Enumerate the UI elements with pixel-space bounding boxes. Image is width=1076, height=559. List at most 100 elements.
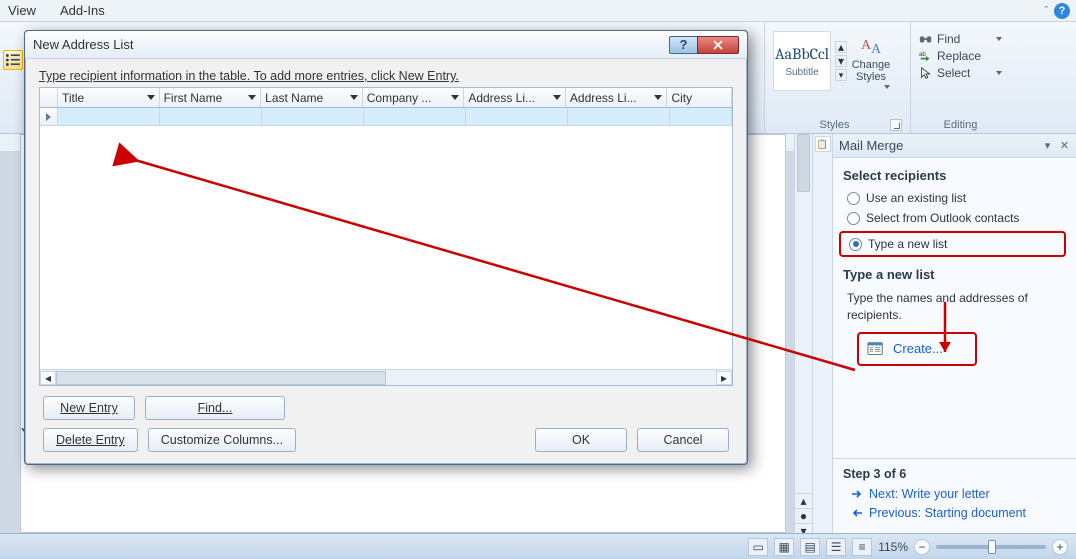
zoom-slider[interactable] — [936, 545, 1046, 549]
btn-label: OK — [572, 433, 590, 447]
next-step-link[interactable]: Next: Write your letter — [851, 487, 1066, 501]
menu-addins[interactable]: Add-Ins — [60, 3, 105, 18]
minimize-ribbon-icon[interactable]: ˆ — [1044, 5, 1048, 17]
dialog-title: New Address List — [33, 37, 133, 52]
dialog-close-button[interactable] — [697, 36, 739, 54]
select-label: Select — [937, 66, 970, 80]
svg-text:A: A — [871, 42, 882, 57]
prev-page-button[interactable]: ▴ — [795, 493, 812, 508]
select-button[interactable]: Select — [919, 66, 1002, 80]
radio-existing-list[interactable]: Use an existing list — [847, 191, 1066, 205]
radio-outlook-contacts[interactable]: Select from Outlook contacts — [847, 211, 1066, 225]
cell[interactable] — [262, 108, 364, 126]
menu-view[interactable]: View — [8, 3, 36, 18]
delete-entry-button[interactable]: Delete Entry — [43, 428, 138, 452]
dialog-titlebar[interactable]: New Address List ? — [25, 31, 747, 59]
arrow-left-icon — [851, 507, 863, 519]
create-label: Create... — [893, 341, 943, 356]
customize-columns-button[interactable]: Customize Columns... — [148, 428, 296, 452]
view-fullscreen[interactable]: ▦ — [774, 538, 794, 556]
editing-group-label: Editing — [919, 117, 1002, 131]
view-outline[interactable]: ☰ — [826, 538, 846, 556]
zoom-percent[interactable]: 115% — [878, 540, 908, 554]
style-gallery-scroll[interactable]: ▴ ▾ ▾ — [835, 41, 847, 81]
browse-object-button[interactable]: ● — [795, 508, 812, 523]
replace-icon: ab — [919, 49, 933, 63]
cell[interactable] — [466, 108, 568, 126]
create-icon — [867, 340, 885, 358]
taskpane-menu-icon[interactable]: ▾ — [1042, 140, 1053, 151]
col-firstname[interactable]: First Name — [160, 88, 262, 107]
new-entry-button[interactable]: New Entry — [43, 396, 135, 420]
cell[interactable] — [568, 108, 670, 126]
radio-label: Select from Outlook contacts — [866, 211, 1019, 225]
cell[interactable] — [364, 108, 466, 126]
col-label: Last Name — [265, 91, 323, 105]
find-label: Find — [937, 32, 960, 46]
scroll-left-icon[interactable]: ◂ — [40, 371, 56, 385]
help-icon[interactable]: ? — [1054, 3, 1070, 19]
ok-button[interactable]: OK — [535, 428, 627, 452]
zoom-in-button[interactable]: + — [1052, 539, 1068, 555]
col-company[interactable]: Company ... — [363, 88, 465, 107]
styles-launcher[interactable] — [890, 119, 902, 131]
chevron-down-icon — [147, 95, 155, 100]
radio-type-new-list[interactable]: Type a new list — [849, 237, 1056, 251]
col-label: Company ... — [367, 91, 432, 105]
cell[interactable] — [670, 108, 732, 126]
binoculars-icon — [919, 32, 933, 46]
create-list-button[interactable]: Create... — [857, 332, 977, 366]
col-address1[interactable]: Address Li... — [464, 88, 566, 107]
section-type-new-list: Type a new list — [843, 267, 1066, 282]
taskpane-close-icon[interactable]: ✕ — [1059, 140, 1070, 151]
row-selector[interactable] — [40, 108, 58, 126]
bullets-button[interactable] — [3, 50, 23, 70]
editing-group: Find ab Replace Select Editing — [910, 22, 1010, 133]
radio-icon — [847, 192, 860, 205]
vertical-scrollbar[interactable]: ▴ ● ▾ — [794, 134, 812, 533]
col-label: City — [671, 91, 692, 105]
btn-label: Find... — [198, 401, 233, 415]
grid-corner[interactable] — [40, 88, 58, 107]
cursor-icon — [919, 66, 933, 80]
change-styles-button[interactable]: AA Change Styles — [851, 31, 891, 91]
dialog-help-button[interactable]: ? — [669, 36, 697, 54]
view-web[interactable]: ▤ — [800, 538, 820, 556]
chevron-down-icon — [996, 37, 1002, 41]
scroll-thumb[interactable] — [797, 134, 810, 192]
prev-step-link[interactable]: Previous: Starting document — [851, 506, 1066, 520]
grid-row[interactable] — [40, 108, 732, 126]
col-title[interactable]: Title — [58, 88, 160, 107]
chevron-down-icon — [884, 85, 890, 89]
step-indicator: Step 3 of 6 — [843, 467, 1066, 481]
taskpane-iconbar: 📋 — [813, 134, 833, 533]
scroll-thumb[interactable] — [56, 371, 386, 385]
grid-header: Title First Name Last Name Company ... A… — [40, 88, 732, 108]
col-address2[interactable]: Address Li... — [566, 88, 668, 107]
grid-hscroll[interactable]: ◂ ▸ — [40, 369, 732, 385]
clipboard-icon[interactable]: 📋 — [815, 136, 831, 152]
zoom-handle[interactable] — [988, 540, 996, 554]
replace-label: Replace — [937, 49, 981, 63]
cancel-button[interactable]: Cancel — [637, 428, 729, 452]
find-button[interactable]: Find... — [145, 396, 285, 420]
cell[interactable] — [160, 108, 262, 126]
address-grid[interactable]: Title First Name Last Name Company ... A… — [39, 87, 733, 386]
view-print-layout[interactable]: ▭ — [748, 538, 768, 556]
type-list-description: Type the names and addresses of recipien… — [847, 290, 1066, 324]
scroll-right-icon[interactable]: ▸ — [716, 371, 732, 385]
cell[interactable] — [58, 108, 160, 126]
menu-bar: View Add-Ins ˆ ? — [0, 0, 1076, 22]
close-icon — [712, 40, 724, 50]
col-label: Title — [62, 91, 84, 105]
style-subtitle[interactable]: AaBbCcl Subtitle — [773, 31, 831, 91]
col-label: Address Li... — [468, 91, 535, 105]
view-draft[interactable]: ≡ — [852, 538, 872, 556]
style-preview-text: AaBbCcl — [775, 45, 829, 63]
replace-button[interactable]: ab Replace — [919, 49, 1002, 63]
btn-label: Delete Entry — [56, 433, 125, 447]
find-button[interactable]: Find — [919, 32, 1002, 46]
zoom-out-button[interactable]: − — [914, 539, 930, 555]
col-lastname[interactable]: Last Name — [261, 88, 363, 107]
col-city[interactable]: City — [667, 88, 732, 107]
